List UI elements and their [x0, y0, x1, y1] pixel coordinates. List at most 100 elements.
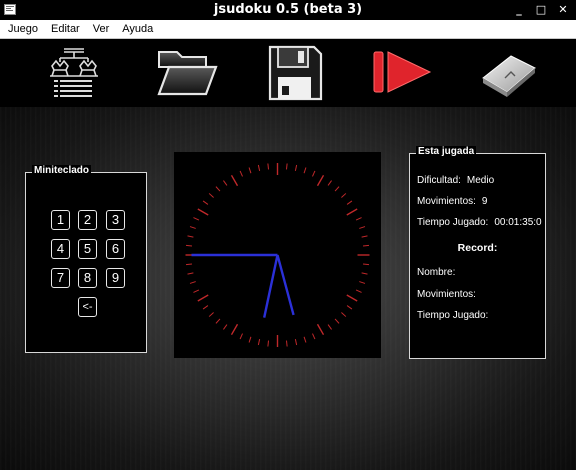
clock-minute-hand	[263, 254, 279, 318]
key-6[interactable]: 6	[106, 239, 125, 259]
clock-tick	[189, 226, 196, 229]
clock-tick	[341, 193, 347, 198]
clock-tick	[185, 244, 193, 247]
app-window: jsudoku 0.5 (beta 3) _ □ ✕ Juego Editar …	[0, 0, 576, 470]
game-info-title: Esta jugada	[416, 146, 477, 157]
main-area: Miniteclado 1 2 3 4 5 6 7 8 9 <- Esta ju…	[0, 107, 576, 470]
save-button[interactable]	[263, 44, 327, 102]
record-time-label: Tiempo Jugado:	[417, 310, 489, 321]
clock-tick	[239, 333, 243, 340]
time-row: Tiempo Jugado: 00:01:35:0	[417, 217, 542, 228]
close-button[interactable]: ✕	[553, 2, 573, 17]
maximize-button[interactable]: □	[531, 2, 551, 17]
key-4[interactable]: 4	[51, 239, 70, 259]
clock-tick	[334, 186, 340, 192]
clock-tick	[294, 164, 298, 171]
clock-tick	[267, 340, 270, 347]
analog-clock	[174, 152, 381, 358]
key-1[interactable]: 1	[51, 210, 70, 230]
clock-tick	[187, 235, 194, 238]
difficulty-label: Dificultad:	[417, 175, 461, 186]
clock-tick	[285, 163, 288, 170]
key-2[interactable]: 2	[78, 210, 97, 230]
clock-tick	[316, 174, 325, 187]
record-moves-label: Movimientos:	[417, 289, 476, 300]
clock-tick	[208, 193, 214, 198]
clock-tick	[267, 163, 270, 170]
open-button[interactable]	[155, 44, 219, 102]
erase-button[interactable]	[477, 44, 541, 102]
difficulty-row: Dificultad: Medio	[417, 175, 494, 186]
menu-ayuda[interactable]: Ayuda	[117, 23, 158, 35]
play-next-icon	[373, 51, 432, 93]
clock-tick	[346, 294, 358, 302]
save-floppy-icon	[268, 45, 323, 101]
menu-editar[interactable]: Editar	[46, 23, 85, 35]
clock-tick	[361, 235, 368, 238]
time-label: Tiempo Jugado:	[417, 217, 489, 228]
clock-tick	[208, 312, 214, 317]
clock-tick	[334, 318, 340, 324]
clock-tick	[257, 164, 261, 171]
key-7[interactable]: 7	[51, 268, 70, 288]
title-bar: jsudoku 0.5 (beta 3) _ □ ✕	[0, 0, 576, 20]
clock-tick	[193, 217, 200, 221]
clock-tick	[359, 281, 366, 284]
key-3[interactable]: 3	[106, 210, 125, 230]
clock-tick	[197, 208, 209, 216]
clock-tick	[215, 186, 221, 192]
clock-tick	[312, 333, 316, 340]
clock-tick	[327, 324, 332, 330]
clock-tick	[346, 208, 358, 216]
clock-tick	[257, 339, 261, 346]
open-folder-icon	[157, 51, 218, 96]
clock-tick	[362, 263, 370, 266]
record-name-label: Nombre:	[417, 267, 456, 278]
toolbar	[0, 39, 576, 107]
clock-second-hand	[276, 254, 295, 316]
key-9[interactable]: 9	[106, 268, 125, 288]
menu-juego[interactable]: Juego	[3, 23, 43, 35]
clock-tick	[355, 217, 362, 221]
moves-row: Movimientos: 9	[417, 196, 487, 207]
clock-tick	[202, 200, 209, 205]
clock-tick	[193, 289, 200, 293]
menu-bar: Juego Editar Ver Ayuda	[0, 20, 576, 39]
clock-tick	[359, 226, 366, 229]
clock-tick	[346, 305, 353, 310]
clock-face	[185, 163, 370, 347]
clock-tick	[303, 167, 307, 174]
new-game-button[interactable]	[42, 44, 106, 102]
minikeypad-title: Miniteclado	[32, 165, 92, 176]
clock-tick	[215, 318, 221, 324]
menu-ver[interactable]: Ver	[88, 23, 115, 35]
minimize-button[interactable]: _	[509, 2, 529, 17]
key-8[interactable]: 8	[78, 268, 97, 288]
time-value: 00:01:35:0	[494, 217, 542, 228]
clock-tick	[189, 281, 196, 284]
clock-tick	[185, 263, 193, 266]
key-backspace[interactable]: <-	[78, 297, 97, 317]
minikeypad-panel: Miniteclado 1 2 3 4 5 6 7 8 9 <-	[25, 165, 147, 353]
clock-tick	[355, 289, 362, 293]
clock-tick	[197, 294, 209, 302]
record-title: Record:	[457, 242, 498, 254]
clock-tick	[312, 170, 316, 177]
game-info-panel: Esta jugada Dificultad: Medio Movimientos…	[409, 146, 546, 359]
clock-tick	[223, 180, 228, 186]
clock-tick	[230, 323, 239, 336]
clock-tick	[285, 340, 288, 347]
clock-tick	[346, 200, 353, 205]
play-button[interactable]	[371, 44, 435, 102]
clock-tick	[303, 336, 307, 343]
moves-label: Movimientos:	[417, 196, 476, 207]
window-title: jsudoku 0.5 (beta 3)	[213, 2, 363, 17]
eraser-icon	[482, 55, 536, 97]
clock-tick	[248, 167, 252, 174]
clock-tick	[223, 324, 228, 330]
clock-tick	[239, 170, 243, 177]
clock-tick	[202, 305, 209, 310]
clock-tick	[341, 312, 347, 317]
moves-value: 9	[481, 196, 488, 207]
key-5[interactable]: 5	[78, 239, 97, 259]
